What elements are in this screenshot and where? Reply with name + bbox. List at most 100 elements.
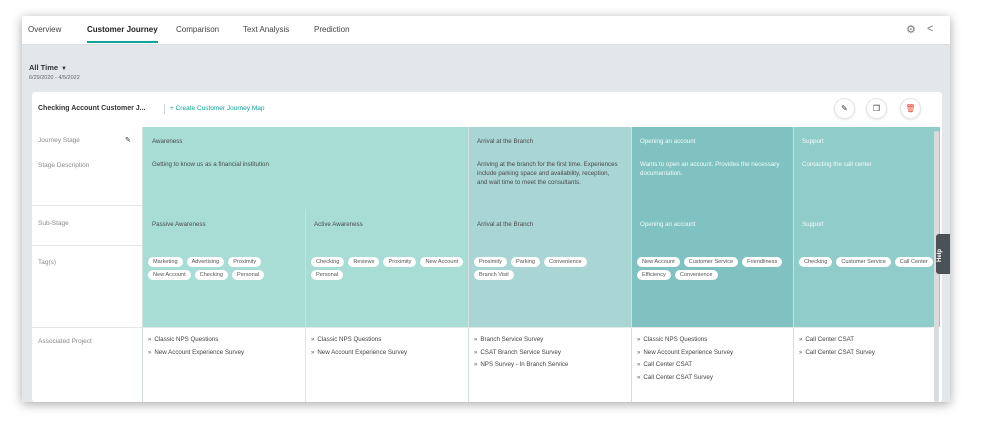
tab-bar: Overview Customer Journey Comparison Tex…: [22, 16, 950, 45]
tag-chip[interactable]: Personal: [231, 270, 265, 280]
tag-chip[interactable]: New Account: [637, 257, 680, 267]
tag-list: Checking Customer Service Call Center: [799, 257, 934, 267]
list-item[interactable]: » Call Center CSAT Survey: [799, 347, 875, 360]
double-chevron-icon: »: [474, 337, 478, 343]
substage-name[interactable]: Arrival at the Branch: [477, 220, 533, 229]
share-icon[interactable]: <: [927, 23, 933, 35]
tab-prediction[interactable]: Prediction: [314, 25, 350, 34]
row-divider: [32, 245, 142, 246]
project-link[interactable]: NPS Survey - In Branch Service: [480, 361, 568, 368]
create-journey-map-link[interactable]: + Create Customer Journey Map: [170, 105, 264, 112]
double-chevron-icon: »: [311, 349, 315, 356]
list-item[interactable]: » Call Center CSAT Survey: [637, 372, 733, 385]
copy-button[interactable]: ❐: [866, 98, 887, 119]
stage-name[interactable]: Opening an account: [640, 137, 695, 146]
list-item[interactable]: » NPS Survey - In Branch Service: [474, 359, 568, 372]
list-item[interactable]: » Classic NPS Questions: [311, 334, 407, 347]
column-divider: [305, 327, 306, 402]
tag-chip[interactable]: Parking: [511, 257, 540, 267]
tag-chip[interactable]: Advertising: [186, 257, 225, 267]
list-item[interactable]: » New Account Experience Survey: [311, 347, 407, 360]
list-item[interactable]: » Call Center CSAT: [799, 334, 875, 347]
row-divider: [32, 205, 142, 206]
project-link[interactable]: New Account Experience Survey: [154, 349, 244, 356]
tag-chip[interactable]: Personal: [311, 270, 344, 280]
project-link[interactable]: Classic NPS Questions: [154, 336, 218, 343]
edit-button[interactable]: ✎: [834, 98, 855, 119]
pin-icon[interactable]: ✎: [125, 136, 131, 144]
project-link[interactable]: Call Center CSAT Survey: [805, 349, 875, 356]
tag-chip[interactable]: Convenience: [543, 257, 587, 267]
double-chevron-icon: »: [474, 349, 478, 356]
stage-name[interactable]: Support: [802, 137, 824, 146]
tag-chip[interactable]: Proximity: [474, 257, 507, 267]
gear-icon[interactable]: ⚙: [906, 23, 916, 36]
tag-chip[interactable]: Friendliness: [742, 257, 783, 267]
row-label-associated-project: Associated Project: [38, 338, 92, 345]
date-filter-label[interactable]: All Time: [29, 63, 58, 72]
tag-chip[interactable]: Customer Service: [683, 257, 739, 267]
list-item[interactable]: » Call Center CSAT: [637, 359, 733, 372]
tag-chip[interactable]: Efficiency: [637, 270, 671, 280]
stage-name[interactable]: Awareness: [152, 137, 183, 146]
list-item[interactable]: » Branch Service Survey: [474, 334, 568, 347]
tag-chip[interactable]: Customer Service: [836, 257, 891, 267]
app-window: Overview Customer Journey Comparison Tex…: [22, 16, 950, 402]
stage-name[interactable]: Arrival at the Branch: [477, 137, 533, 146]
help-button[interactable]: Help: [936, 234, 950, 274]
caret-down-icon[interactable]: ▼: [61, 66, 67, 72]
tag-chip[interactable]: Convenience: [674, 270, 718, 280]
list-item[interactable]: » CSAT Branch Service Survey: [474, 347, 568, 360]
tag-list: Checking Reviews Proximity New Account P…: [311, 257, 466, 280]
stage-description: Arriving at the branch for the first tim…: [477, 161, 618, 186]
delete-button[interactable]: 🗑: [900, 98, 921, 119]
double-chevron-icon: »: [311, 337, 315, 343]
tag-chip[interactable]: Checking: [311, 257, 345, 267]
tag-chip[interactable]: Branch Visit: [474, 270, 514, 280]
help-label[interactable]: Help: [937, 249, 943, 262]
substage-name[interactable]: Support: [802, 220, 824, 229]
tag-chip[interactable]: Call Center: [894, 257, 933, 267]
tag-chip[interactable]: Proximity: [383, 257, 417, 267]
substage-name[interactable]: Opening an account: [640, 220, 695, 229]
tag-chip[interactable]: Reviews: [348, 257, 380, 267]
pencil-icon: ✎: [841, 104, 848, 113]
tab-text-analysis[interactable]: Text Analysis: [243, 25, 289, 34]
tag-chip[interactable]: Proximity: [228, 257, 262, 267]
project-link[interactable]: Call Center CSAT Survey: [643, 374, 713, 381]
double-chevron-icon: »: [799, 337, 803, 343]
tag-chip[interactable]: Checking: [799, 257, 833, 267]
double-chevron-icon: »: [637, 374, 641, 381]
project-list: » Call Center CSAT » Call Center CSAT Surv…: [799, 334, 875, 359]
stage-description: Getting to know us as a financial instit…: [152, 161, 269, 168]
project-link[interactable]: CSAT Branch Service Survey: [480, 349, 561, 356]
project-link[interactable]: New Account Experience Survey: [643, 349, 733, 356]
project-list: » Classic NPS Questions » New Account Expe…: [311, 334, 407, 359]
project-link[interactable]: Classic NPS Questions: [317, 336, 381, 343]
project-link[interactable]: Call Center CSAT: [805, 336, 854, 343]
tag-chip[interactable]: New Account: [420, 257, 464, 267]
date-filter[interactable]: All Time ▼ 6/29/2020 - 4/5/2022: [29, 63, 80, 81]
tag-chip[interactable]: Checking: [194, 270, 228, 280]
copy-icon: ❐: [872, 104, 881, 113]
project-link[interactable]: Classic NPS Questions: [643, 336, 707, 343]
substage-name[interactable]: Active Awareness: [314, 220, 363, 229]
row-label-tags: Tag(s): [38, 259, 57, 266]
tab-comparison[interactable]: Comparison: [176, 25, 219, 34]
journey-grid: Journey Stage ✎ Stage Description Sub-St…: [32, 127, 940, 402]
substage-name[interactable]: Passive Awareness: [152, 220, 206, 229]
project-link[interactable]: Call Center CSAT: [643, 361, 692, 368]
journey-map-title[interactable]: Checking Account Customer J...: [38, 105, 145, 112]
project-link[interactable]: New Account Experience Survey: [317, 349, 407, 356]
list-item[interactable]: » New Account Experience Survey: [637, 347, 733, 360]
list-item[interactable]: » New Account Experience Survey: [148, 347, 244, 360]
project-link[interactable]: Branch Service Survey: [480, 336, 543, 343]
list-item[interactable]: » Classic NPS Questions: [637, 334, 733, 347]
tab-overview[interactable]: Overview: [28, 25, 61, 34]
tab-customer-journey[interactable]: Customer Journey: [87, 25, 158, 43]
column-divider: [631, 127, 632, 402]
list-item[interactable]: » Classic NPS Questions: [148, 334, 244, 347]
tag-chip[interactable]: New Account: [148, 270, 191, 280]
column-divider: [793, 127, 794, 402]
tag-chip[interactable]: Marketing: [148, 257, 183, 267]
